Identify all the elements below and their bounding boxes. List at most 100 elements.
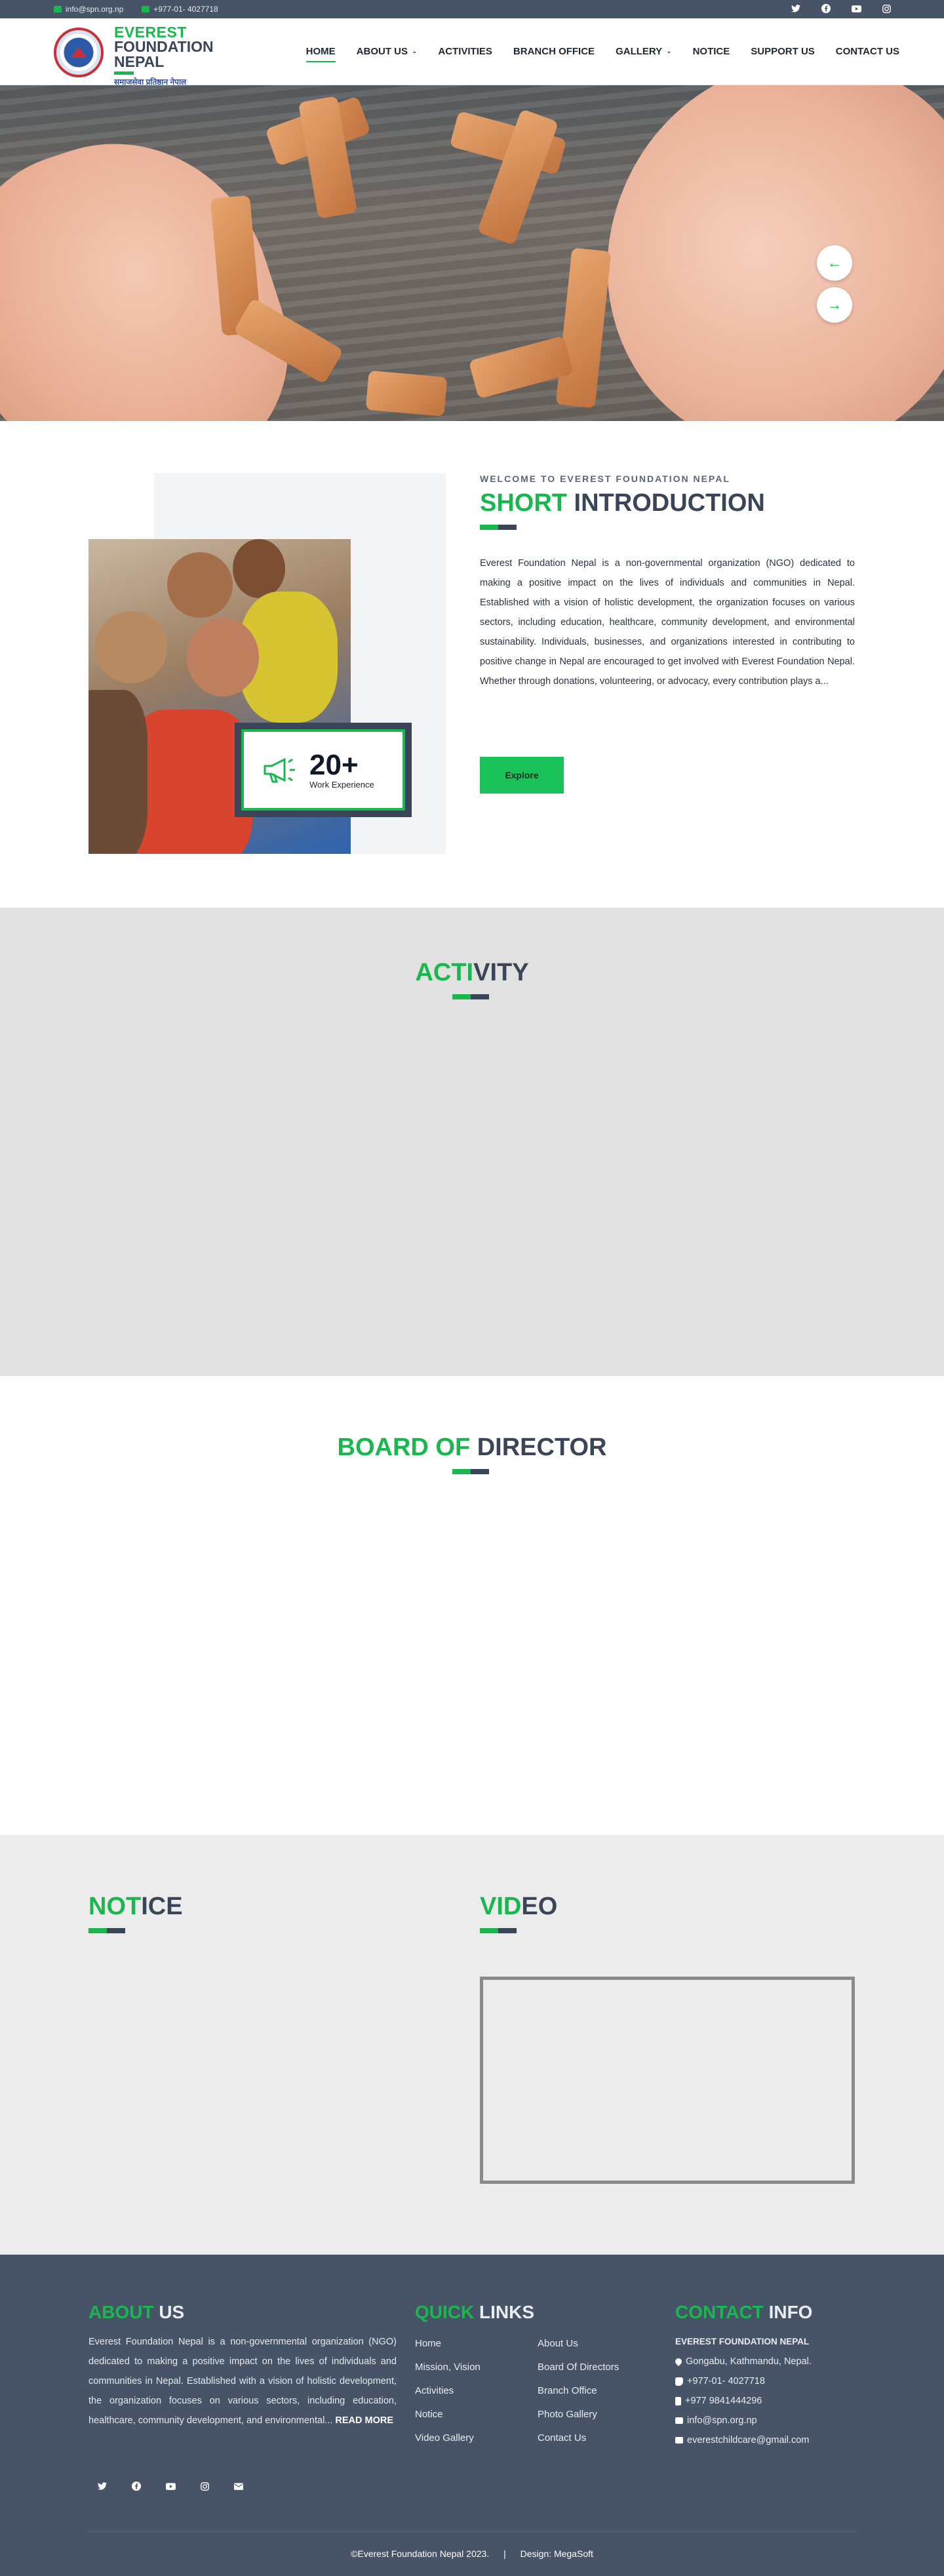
envelope-icon xyxy=(675,2437,683,2444)
footer-contact-title-green: CONTACT xyxy=(675,2302,764,2322)
footer-link-board[interactable]: Board Of Directors xyxy=(538,2356,619,2379)
footer-links-title-white: LINKS xyxy=(474,2302,535,2322)
read-more-link[interactable]: READ MORE xyxy=(335,2415,393,2426)
top-bar: info@spn.org.np +977-01- 4027718 xyxy=(0,0,944,18)
footer-email-2[interactable]: everestchildcare@gmail.com xyxy=(675,2430,812,2450)
footer-email-1-text: info@spn.org.np xyxy=(687,2415,757,2426)
footer-copyright: ©Everest Foundation Nepal 2023. | Design… xyxy=(0,2548,944,2559)
footer-about-title-white: US xyxy=(153,2302,185,2322)
footer-links-col-2: About Us Board Of Directors Branch Offic… xyxy=(538,2332,619,2450)
hero-figure xyxy=(365,370,448,417)
notice-title: NOTICE xyxy=(88,1893,183,1921)
nav-activities[interactable]: ACTIVITIES xyxy=(427,46,503,57)
nav-gallery[interactable]: GALLERY ⌄ xyxy=(605,46,682,57)
activity-title-green: ACTI xyxy=(415,959,474,986)
nav-branch-label: BRANCH OFFICE xyxy=(513,46,595,57)
footer-link-notice[interactable]: Notice xyxy=(415,2403,481,2426)
logo-emblem[interactable] xyxy=(54,28,104,77)
board-title: BOARD OF DIRECTOR xyxy=(0,1434,944,1462)
experience-card-inner: 20+ Work Experience xyxy=(241,729,405,811)
footer-link-activities[interactable]: Activities xyxy=(415,2379,481,2403)
site-footer: ABOUT US Everest Foundation Nepal is a n… xyxy=(0,2255,944,2576)
video-player[interactable] xyxy=(480,1977,855,2184)
nav-notice[interactable]: NOTICE xyxy=(682,46,741,57)
site-header: EVEREST FOUNDATION NEPAL समाजसेवा प्रतिष… xyxy=(0,18,944,87)
activity-divider xyxy=(452,994,489,999)
slider-prev-button[interactable]: ← xyxy=(817,245,852,281)
board-title-green: BOARD OF xyxy=(337,1434,471,1461)
footer-link-home[interactable]: Home xyxy=(415,2332,481,2356)
slider-next-button[interactable]: → xyxy=(817,287,852,323)
facebook-icon[interactable] xyxy=(123,2472,150,2500)
footer-link-video-gallery[interactable]: Video Gallery xyxy=(415,2426,481,2450)
logo-wordmark[interactable]: EVEREST FOUNDATION NEPAL समाजसेवा प्रतिष… xyxy=(114,25,214,87)
photo-person xyxy=(88,690,148,854)
hero-slider: ← → xyxy=(0,85,944,421)
nav-contact-us[interactable]: CONTACT US xyxy=(825,46,910,57)
twitter-icon[interactable] xyxy=(791,3,801,14)
photo-person xyxy=(167,552,233,618)
envelope-icon xyxy=(675,2417,683,2424)
youtube-icon[interactable] xyxy=(157,2472,184,2500)
notice-title-dark: ICE xyxy=(141,1893,183,1920)
nav-notice-label: NOTICE xyxy=(692,46,730,57)
photo-person xyxy=(95,611,167,683)
instagram-icon[interactable] xyxy=(191,2472,218,2500)
footer-link-contact[interactable]: Contact Us xyxy=(538,2426,619,2450)
arrow-left-icon: ← xyxy=(827,254,842,271)
nav-home-label: HOME xyxy=(305,46,336,57)
top-social xyxy=(791,3,892,14)
nav-branch-office[interactable]: BRANCH OFFICE xyxy=(503,46,605,57)
mail-icon[interactable] xyxy=(225,2472,252,2500)
notice-video-section: NOTICE VIDEO xyxy=(0,1835,944,2255)
nav-about-us[interactable]: ABOUT US ⌄ xyxy=(346,46,428,57)
footer-link-branch[interactable]: Branch Office xyxy=(538,2379,619,2403)
map-marker-icon xyxy=(673,2356,684,2367)
design-credit[interactable]: Design: MegaSoft xyxy=(521,2548,593,2559)
top-phone-text: +977-01- 4027718 xyxy=(153,5,218,14)
footer-address-text: Gongabu, Kathmandu, Nepal. xyxy=(686,2356,812,2367)
explore-button[interactable]: Explore xyxy=(480,757,564,794)
footer-link-photo-gallery[interactable]: Photo Gallery xyxy=(538,2403,619,2426)
intro-title-green: SHORT xyxy=(480,489,567,517)
activity-title-dark: VITY xyxy=(473,959,529,986)
video-divider xyxy=(480,1928,517,1933)
nav-gallery-label: GALLERY xyxy=(616,46,663,57)
footer-contact-title-white: INFO xyxy=(763,2302,813,2322)
board-section: BOARD OF DIRECTOR xyxy=(0,1376,944,1835)
top-email[interactable]: info@spn.org.np xyxy=(54,5,123,14)
main-nav: HOME ABOUT US ⌄ ACTIVITIES BRANCH OFFICE … xyxy=(296,46,910,62)
experience-card: 20+ Work Experience xyxy=(235,723,412,817)
experience-label: Work Experience xyxy=(309,779,374,790)
nav-support-label: SUPPORT US xyxy=(751,46,815,57)
chevron-down-icon: ⌄ xyxy=(666,48,672,55)
instagram-icon[interactable] xyxy=(881,3,892,14)
video-title: VIDEO xyxy=(480,1893,557,1921)
logo-line-1: EVEREST xyxy=(114,24,187,41)
board-divider xyxy=(452,1469,489,1474)
footer-phone-1-text: +977-01- 4027718 xyxy=(687,2376,765,2386)
footer-email-1[interactable]: info@spn.org.np xyxy=(675,2411,812,2430)
mobile-icon xyxy=(675,2396,681,2405)
arrow-right-icon: → xyxy=(827,296,842,313)
footer-phone-2[interactable]: +977 9841444296 xyxy=(675,2391,812,2411)
youtube-icon[interactable] xyxy=(851,3,861,14)
footer-links-col-1: Home Mission, Vision Activities Notice V… xyxy=(415,2332,481,2450)
footer-link-mission[interactable]: Mission, Vision xyxy=(415,2356,481,2379)
footer-link-about[interactable]: About Us xyxy=(538,2332,619,2356)
twitter-icon[interactable] xyxy=(88,2472,116,2500)
facebook-icon[interactable] xyxy=(821,3,831,14)
footer-email-2-text: everestchildcare@gmail.com xyxy=(687,2435,810,2445)
footer-contact-title: CONTACT INFO xyxy=(675,2302,812,2323)
intro-title-dark: INTRODUCTION xyxy=(567,489,765,517)
footer-phone-1[interactable]: +977-01- 4027718 xyxy=(675,2371,812,2391)
nav-home[interactable]: HOME xyxy=(296,46,346,62)
footer-links-title-green: QUICK xyxy=(415,2302,475,2322)
logo-bar xyxy=(114,71,134,75)
footer-address: Gongabu, Kathmandu, Nepal. xyxy=(673,2352,812,2371)
logo-line-2: FOUNDATION xyxy=(114,38,214,55)
top-phone[interactable]: +977-01- 4027718 xyxy=(142,5,218,14)
copyright-text: ©Everest Foundation Nepal 2023. xyxy=(351,2548,490,2559)
experience-text: 20+ Work Experience xyxy=(309,750,374,790)
nav-support-us[interactable]: SUPPORT US xyxy=(740,46,825,57)
